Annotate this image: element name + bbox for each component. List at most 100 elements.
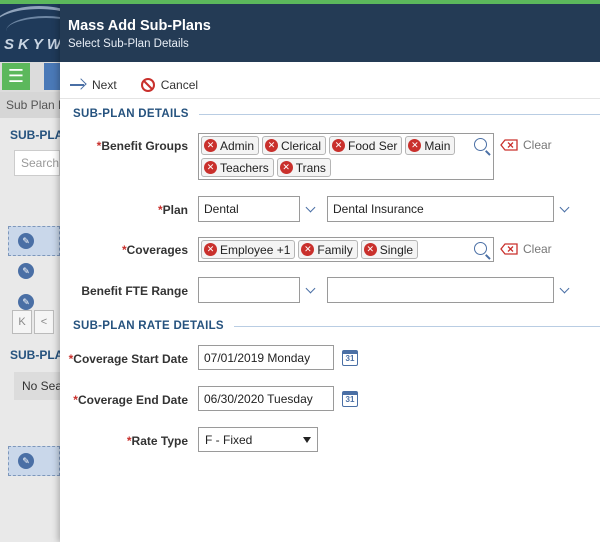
section-title: SUB-PLAN DETAILS	[73, 108, 189, 120]
backspace-icon	[500, 139, 518, 151]
tag-label: Employee +1	[220, 242, 291, 257]
chevron-down-icon[interactable]	[558, 285, 572, 295]
label-text: Rate Type	[131, 434, 188, 448]
app-top-accent	[0, 0, 600, 4]
edit-icon[interactable]: ✎	[18, 263, 34, 279]
rate-type-select[interactable]: F - Fixed	[198, 427, 318, 452]
coverages-label: *Coverages	[122, 243, 188, 257]
breadcrumb[interactable]: Sub Plan L	[0, 92, 60, 118]
section-title-sub-plans: SUB-PLA	[10, 128, 60, 142]
pager-first-button[interactable]: K	[12, 310, 32, 334]
remove-tag-icon[interactable]: ✕	[265, 139, 279, 152]
backspace-icon	[500, 243, 518, 255]
tag-chip: ✕ Family	[298, 240, 358, 259]
label-text: Coverage End Date	[77, 393, 188, 407]
coverage-end-label: *Coverage End Date	[73, 393, 188, 407]
section-sub-plan-details: SUB-PLAN DETAILS	[60, 108, 600, 120]
tag-chip: ✕ Clerical	[262, 136, 327, 155]
edit-icon[interactable]: ✎	[18, 233, 34, 249]
chevron-down-icon[interactable]	[304, 285, 318, 295]
coverage-end-date-input[interactable]: 06/30/2020 Tuesday	[198, 386, 334, 411]
pager-prev-button[interactable]: <	[34, 310, 54, 334]
label-text: Coverages	[126, 243, 188, 257]
tag-chip: ✕ Teachers	[201, 158, 274, 177]
tag-chip: ✕ Food Ser	[329, 136, 403, 155]
app-logo: SKYWA	[4, 36, 60, 53]
tag-label: Clerical	[281, 138, 322, 153]
remove-tag-icon[interactable]: ✕	[204, 139, 217, 152]
search-icon[interactable]	[474, 242, 487, 255]
cancel-button[interactable]: Cancel	[140, 72, 199, 98]
edit-icon[interactable]: ✎	[18, 453, 34, 469]
remove-tag-icon[interactable]: ✕	[279, 161, 293, 174]
tag-label: Family	[317, 242, 353, 257]
background-app: SKYWA ☰ Sub Plan L SUB-PLA Search ✎ ✎ ✎ …	[0, 0, 60, 542]
fte-from-select[interactable]	[198, 277, 300, 303]
list-item[interactable]	[8, 226, 60, 256]
toolbar-button[interactable]	[44, 63, 60, 90]
remove-tag-icon[interactable]: ✕	[332, 139, 346, 152]
tag-label: Food Ser	[348, 138, 398, 153]
mass-add-modal: Mass Add Sub-Plans Select Sub-Plan Detai…	[60, 0, 600, 542]
cancel-label: Cancel	[160, 78, 199, 92]
modal-subtitle: Select Sub-Plan Details	[68, 38, 189, 50]
remove-tag-icon[interactable]: ✕	[408, 139, 422, 152]
rate-type-label: *Rate Type	[127, 434, 188, 448]
tag-chip: ✕ Employee +1	[201, 240, 296, 259]
edit-icon[interactable]: ✎	[18, 294, 34, 310]
label-text: Coverage Start Date	[73, 352, 188, 366]
cancel-icon	[140, 78, 155, 92]
section-title: SUB-PLAN RATE DETAILS	[73, 320, 224, 332]
coverages-multiselect[interactable]: ✕ Employee +1 ✕ Family ✕ Single	[198, 237, 494, 262]
menu-button[interactable]: ☰	[2, 63, 30, 90]
tag-label: Trans	[295, 160, 326, 175]
calendar-icon[interactable]: 31	[342, 391, 358, 407]
calendar-icon[interactable]: 31	[342, 350, 358, 366]
list-item[interactable]	[8, 446, 60, 476]
label-text: Benefit Groups	[101, 139, 188, 153]
benefit-groups-label: *Benefit Groups	[97, 139, 188, 153]
modal-title: Mass Add Sub-Plans	[68, 18, 211, 34]
coverage-start-date-input[interactable]: 07/01/2019 Monday	[198, 345, 334, 370]
label-text: Plan	[162, 203, 188, 217]
plan-select[interactable]: Dental	[198, 196, 300, 222]
remove-tag-icon[interactable]: ✕	[363, 243, 377, 256]
benefit-groups-multiselect[interactable]: ✕ Admin ✕ Clerical ✕ Food Ser ✕ Main ✕ Teache…	[198, 133, 494, 180]
caret-down-icon	[303, 437, 311, 443]
tag-chip: ✕ Trans	[276, 158, 331, 177]
no-search-message: No Sea	[14, 372, 60, 400]
next-label: Next	[92, 78, 117, 92]
search-input[interactable]: Search	[14, 150, 60, 176]
search-icon[interactable]	[474, 138, 487, 151]
action-bar: Next Cancel	[60, 62, 600, 99]
clear-benefit-groups-button[interactable]: Clear	[500, 138, 552, 152]
fte-to-select[interactable]	[327, 277, 554, 303]
fte-range-label: Benefit FTE Range	[81, 284, 188, 298]
remove-tag-icon[interactable]: ✕	[301, 243, 315, 256]
chevron-down-icon[interactable]	[304, 204, 318, 214]
coverage-start-label: *Coverage Start Date	[69, 352, 188, 366]
section-title-sub-plans-2: SUB-PLA	[10, 348, 60, 362]
app-header: SKYWA	[0, 0, 60, 62]
plan-description-select[interactable]: Dental Insurance	[327, 196, 554, 222]
plan-label: *Plan	[158, 203, 188, 217]
tag-label: Teachers	[220, 160, 269, 175]
remove-tag-icon[interactable]: ✕	[204, 243, 217, 256]
tag-label: Main	[424, 138, 451, 153]
tag-label: Admin	[220, 138, 255, 153]
rate-type-value: F - Fixed	[205, 433, 253, 447]
tag-chip: ✕ Main	[405, 136, 456, 155]
next-button[interactable]: Next	[70, 72, 117, 98]
clear-label: Clear	[523, 138, 552, 152]
clear-coverages-button[interactable]: Clear	[500, 242, 552, 256]
remove-tag-icon[interactable]: ✕	[204, 161, 217, 174]
modal-header: Mass Add Sub-Plans Select Sub-Plan Detai…	[60, 0, 600, 62]
tag-chip: ✕ Admin	[201, 136, 260, 155]
chevron-down-icon[interactable]	[558, 204, 572, 214]
arrow-right-icon	[70, 80, 86, 90]
pager: K <	[12, 310, 60, 334]
tag-chip: ✕ Single	[360, 240, 419, 259]
section-sub-plan-rate-details: SUB-PLAN RATE DETAILS	[60, 320, 600, 332]
clear-label: Clear	[523, 242, 552, 256]
tag-label: Single	[379, 242, 414, 257]
